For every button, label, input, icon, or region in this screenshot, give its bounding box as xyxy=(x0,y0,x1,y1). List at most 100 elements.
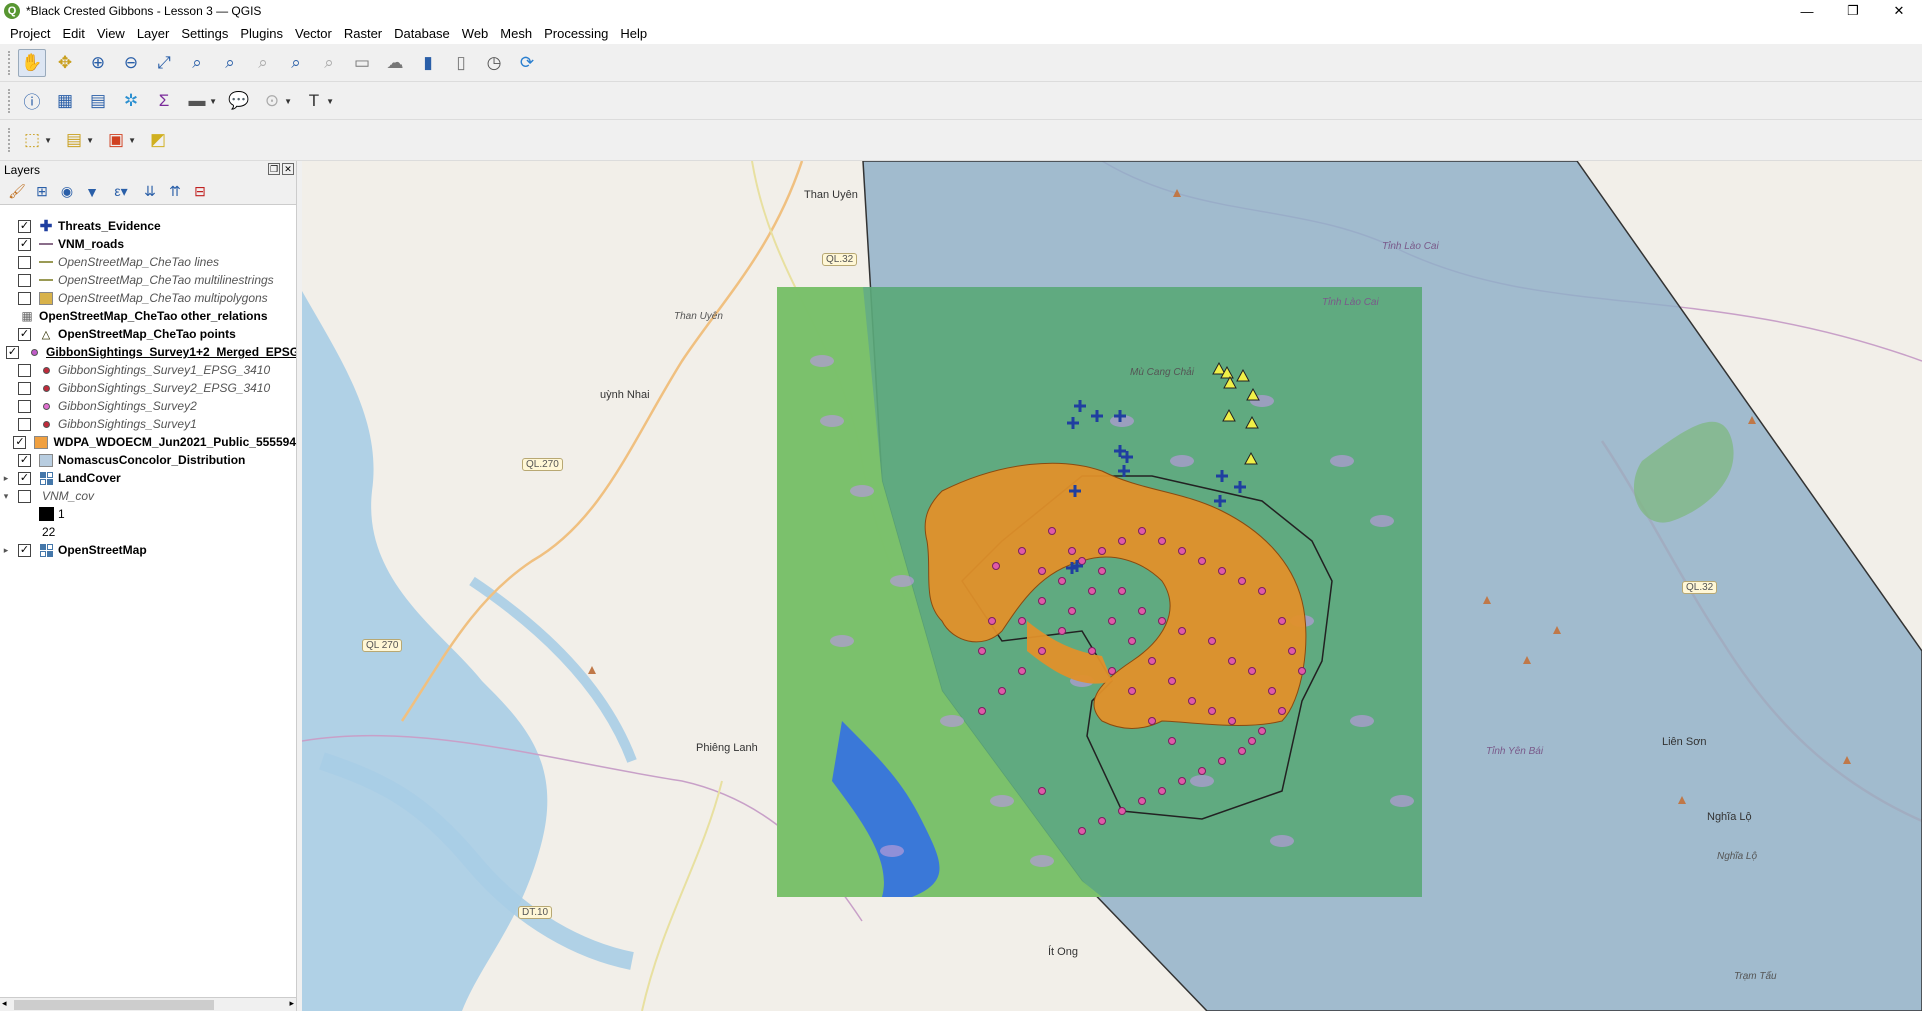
zoom-next-icon[interactable]: ⌕ xyxy=(315,49,343,77)
layer-visibility-checkbox[interactable]: ✓ xyxy=(18,471,31,485)
statistics-icon[interactable]: Σ xyxy=(150,87,178,115)
add-group-icon[interactable]: ⊞ xyxy=(31,181,53,203)
layer-visibility-checkbox[interactable] xyxy=(18,291,31,305)
pan-to-selection-icon[interactable]: ✥ xyxy=(51,49,79,77)
zoom-to-layer-icon[interactable]: ⌕ xyxy=(216,49,244,77)
layer-visibility-checkbox[interactable]: ✓ xyxy=(18,237,31,251)
expand-all-icon[interactable]: ⇊ xyxy=(139,181,161,203)
float-panel-icon[interactable]: ❐ xyxy=(268,163,280,175)
layer-item[interactable]: OpenStreetMap_CheTao multilinestrings xyxy=(0,271,296,289)
toolbar-grip[interactable] xyxy=(8,50,12,75)
zoom-out-icon[interactable]: ⊖ xyxy=(117,49,145,77)
select-features-icon[interactable]: ⬚ ▼ xyxy=(18,126,52,154)
menu-plugins[interactable]: Plugins xyxy=(234,26,289,41)
map-render[interactable] xyxy=(302,161,1922,1011)
layer-visibility-checkbox[interactable]: ✓ xyxy=(18,453,31,467)
pan-icon[interactable]: ✋ xyxy=(18,48,46,77)
filter-by-expression-icon[interactable]: ε▾ xyxy=(106,181,136,203)
layer-visibility-checkbox[interactable]: ✓ xyxy=(13,435,27,449)
map-tips-icon[interactable]: 💬 xyxy=(225,87,253,115)
layer-item[interactable]: ✓ GibbonSightings_Survey1+2_Merged_EPSG_3… xyxy=(0,343,296,361)
layer-visibility-checkbox[interactable]: ✓ xyxy=(18,327,31,341)
show-bookmarks-icon[interactable]: ▯ xyxy=(447,49,475,77)
menu-mesh[interactable]: Mesh xyxy=(494,26,538,41)
select-by-location-icon[interactable]: ◩ xyxy=(144,126,172,154)
temporal-controller-icon[interactable]: ◷ xyxy=(480,49,508,77)
layer-visibility-checkbox[interactable]: ✓ xyxy=(18,543,31,557)
layer-visibility-checkbox[interactable]: ✓ xyxy=(18,219,31,233)
close-button[interactable]: ✕ xyxy=(1876,0,1922,22)
expand-arrow-icon[interactable]: ▸ xyxy=(0,473,12,484)
expand-arrow-icon[interactable]: ▸ xyxy=(0,545,12,556)
new-map-view-icon[interactable]: ▭ xyxy=(348,49,376,77)
layer-item[interactable]: ▾ VNM_cov xyxy=(0,487,296,505)
layer-item[interactable]: ✓ △ OpenStreetMap_CheTao points xyxy=(0,325,296,343)
layer-item[interactable]: ▸ ✓ LandCover xyxy=(0,469,296,487)
menu-raster[interactable]: Raster xyxy=(338,26,388,41)
layer-item[interactable]: ▸ ✓ OpenStreetMap xyxy=(0,541,296,559)
layer-visibility-checkbox[interactable] xyxy=(18,489,31,503)
layer-visibility-checkbox[interactable] xyxy=(18,273,31,287)
zoom-native-icon[interactable]: ⌕ xyxy=(249,49,277,77)
layer-visibility-checkbox[interactable] xyxy=(18,417,31,431)
new-3d-map-view-icon[interactable]: ☁ xyxy=(381,49,409,77)
remove-layer-icon[interactable]: ⊟ xyxy=(189,181,211,203)
attribute-table-icon[interactable]: ▦ xyxy=(51,87,79,115)
layer-visibility-checkbox[interactable] xyxy=(18,381,31,395)
menu-database[interactable]: Database xyxy=(388,26,456,41)
collapse-all-icon[interactable]: ⇈ xyxy=(164,181,186,203)
select-by-value-icon[interactable]: ▣ ▼ xyxy=(102,126,136,154)
layer-item[interactable]: ✓ VNM_roads xyxy=(0,235,296,253)
layer-visibility-checkbox[interactable] xyxy=(18,399,31,413)
layer-item[interactable]: 22 xyxy=(0,523,296,541)
menu-vector[interactable]: Vector xyxy=(289,26,338,41)
manage-visibility-icon[interactable]: ◉ xyxy=(56,181,78,203)
layer-tree-horizontal-scrollbar[interactable]: ◂ ▸ xyxy=(0,997,296,1011)
zoom-last-icon[interactable]: ⌕ xyxy=(282,49,310,77)
scroll-right-icon[interactable]: ▸ xyxy=(289,998,294,1009)
zoom-full-icon[interactable]: ⤢ xyxy=(150,49,178,77)
identify-icon[interactable]: ⓘ xyxy=(18,87,46,115)
menu-help[interactable]: Help xyxy=(614,26,653,41)
zoom-in-icon[interactable]: ⊕ xyxy=(84,49,112,77)
new-bookmark-icon[interactable]: ▮ xyxy=(414,49,442,77)
minimize-button[interactable]: — xyxy=(1784,0,1830,22)
toolbar-grip[interactable] xyxy=(8,88,12,113)
text-annotation-icon[interactable]: T ▼ xyxy=(300,87,334,115)
layer-item[interactable]: OpenStreetMap_CheTao lines xyxy=(0,253,296,271)
layer-item[interactable]: OpenStreetMap_CheTao multipolygons xyxy=(0,289,296,307)
restore-button[interactable]: ❐ xyxy=(1830,0,1876,22)
layer-item[interactable]: GibbonSightings_Survey2 xyxy=(0,397,296,415)
filter-legend-icon[interactable]: ▼ xyxy=(81,181,103,203)
close-panel-icon[interactable]: ✕ xyxy=(282,163,294,175)
layer-item[interactable]: ▦ OpenStreetMap_CheTao other_relations xyxy=(0,307,296,325)
processing-toolbox-icon[interactable]: ✲ xyxy=(117,87,145,115)
map-canvas[interactable]: Than Uyên Than Uyên Mù Cang Chải Tỉnh Lào C… xyxy=(302,161,1922,1011)
layer-item[interactable]: ✓ ✚ Threats_Evidence xyxy=(0,217,296,235)
menu-view[interactable]: View xyxy=(91,26,131,41)
menu-web[interactable]: Web xyxy=(456,26,495,41)
measure-icon[interactable]: ▬ ▼ xyxy=(183,87,218,115)
layer-item[interactable]: GibbonSightings_Survey1_EPSG_3410 xyxy=(0,361,296,379)
layer-visibility-checkbox[interactable] xyxy=(18,363,31,377)
expand-arrow-icon[interactable]: ▾ xyxy=(0,491,12,502)
layer-item[interactable]: 1 xyxy=(0,505,296,523)
menu-layer[interactable]: Layer xyxy=(131,26,176,41)
refresh-icon[interactable]: ⟳ xyxy=(513,49,541,77)
menu-processing[interactable]: Processing xyxy=(538,26,614,41)
field-calculator-icon[interactable]: ▤ xyxy=(84,87,112,115)
layer-item[interactable]: GibbonSightings_Survey2_EPSG_3410 xyxy=(0,379,296,397)
layer-item[interactable]: GibbonSightings_Survey1 xyxy=(0,415,296,433)
scroll-left-icon[interactable]: ◂ xyxy=(2,998,7,1009)
menu-project[interactable]: Project xyxy=(4,26,56,41)
locate-icon[interactable]: ⊙ ▼ xyxy=(258,87,292,115)
style-manager-icon[interactable]: 🖌 xyxy=(6,181,28,203)
menu-edit[interactable]: Edit xyxy=(56,26,90,41)
layer-visibility-checkbox[interactable] xyxy=(18,255,31,269)
scrollbar-thumb[interactable] xyxy=(14,1000,214,1010)
layer-item[interactable]: ✓ NomascusConcolor_Distribution xyxy=(0,451,296,469)
menu-settings[interactable]: Settings xyxy=(175,26,234,41)
layer-item[interactable]: ✓ WDPA_WDOECM_Jun2021_Public_555594 xyxy=(0,433,296,451)
toolbar-grip[interactable] xyxy=(8,128,12,152)
layer-visibility-checkbox[interactable]: ✓ xyxy=(6,345,19,359)
